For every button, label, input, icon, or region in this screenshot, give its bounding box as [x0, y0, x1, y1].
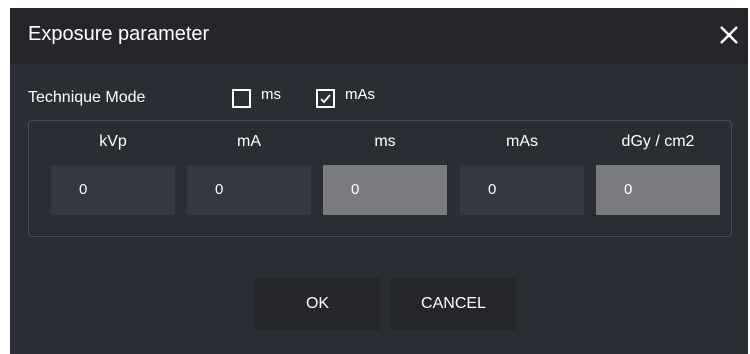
- ma-input[interactable]: 0: [187, 165, 311, 215]
- exposure-parameter-dialog: Exposure parameter Technique Mode ms mAs…: [10, 8, 748, 354]
- param-header-ma: mA: [237, 133, 261, 150]
- param-header-kvp: kVp: [99, 133, 127, 150]
- dialog-title: Exposure parameter: [28, 23, 210, 45]
- param-header-ms: ms: [374, 133, 396, 150]
- parameter-panel: kVp 0 mA 0 ms 0 mAs 0 dGy / cm2 0: [28, 120, 732, 237]
- mas-checkbox-label: mAs: [345, 86, 375, 103]
- dose-input: 0: [596, 165, 720, 215]
- ms-input: 0: [323, 165, 447, 215]
- close-button[interactable]: [716, 22, 742, 48]
- mas-checkbox-box[interactable]: [316, 89, 335, 108]
- ok-button[interactable]: OK: [255, 278, 380, 330]
- ms-checkbox-label: ms: [261, 86, 281, 103]
- mas-input[interactable]: 0: [460, 165, 584, 215]
- close-icon: [716, 22, 742, 48]
- mas-checkbox[interactable]: mAs: [316, 87, 375, 108]
- ms-checkbox[interactable]: ms: [232, 87, 281, 108]
- param-header-mas: mAs: [506, 133, 538, 150]
- param-header-dose: dGy / cm2: [621, 133, 695, 150]
- ms-checkbox-box[interactable]: [232, 89, 251, 108]
- title-bar: Exposure parameter: [10, 8, 748, 64]
- kvp-input[interactable]: 0: [51, 165, 175, 215]
- checkmark-icon: [320, 94, 331, 104]
- cancel-button[interactable]: CANCEL: [391, 278, 516, 330]
- technique-mode-label: Technique Mode: [28, 89, 146, 106]
